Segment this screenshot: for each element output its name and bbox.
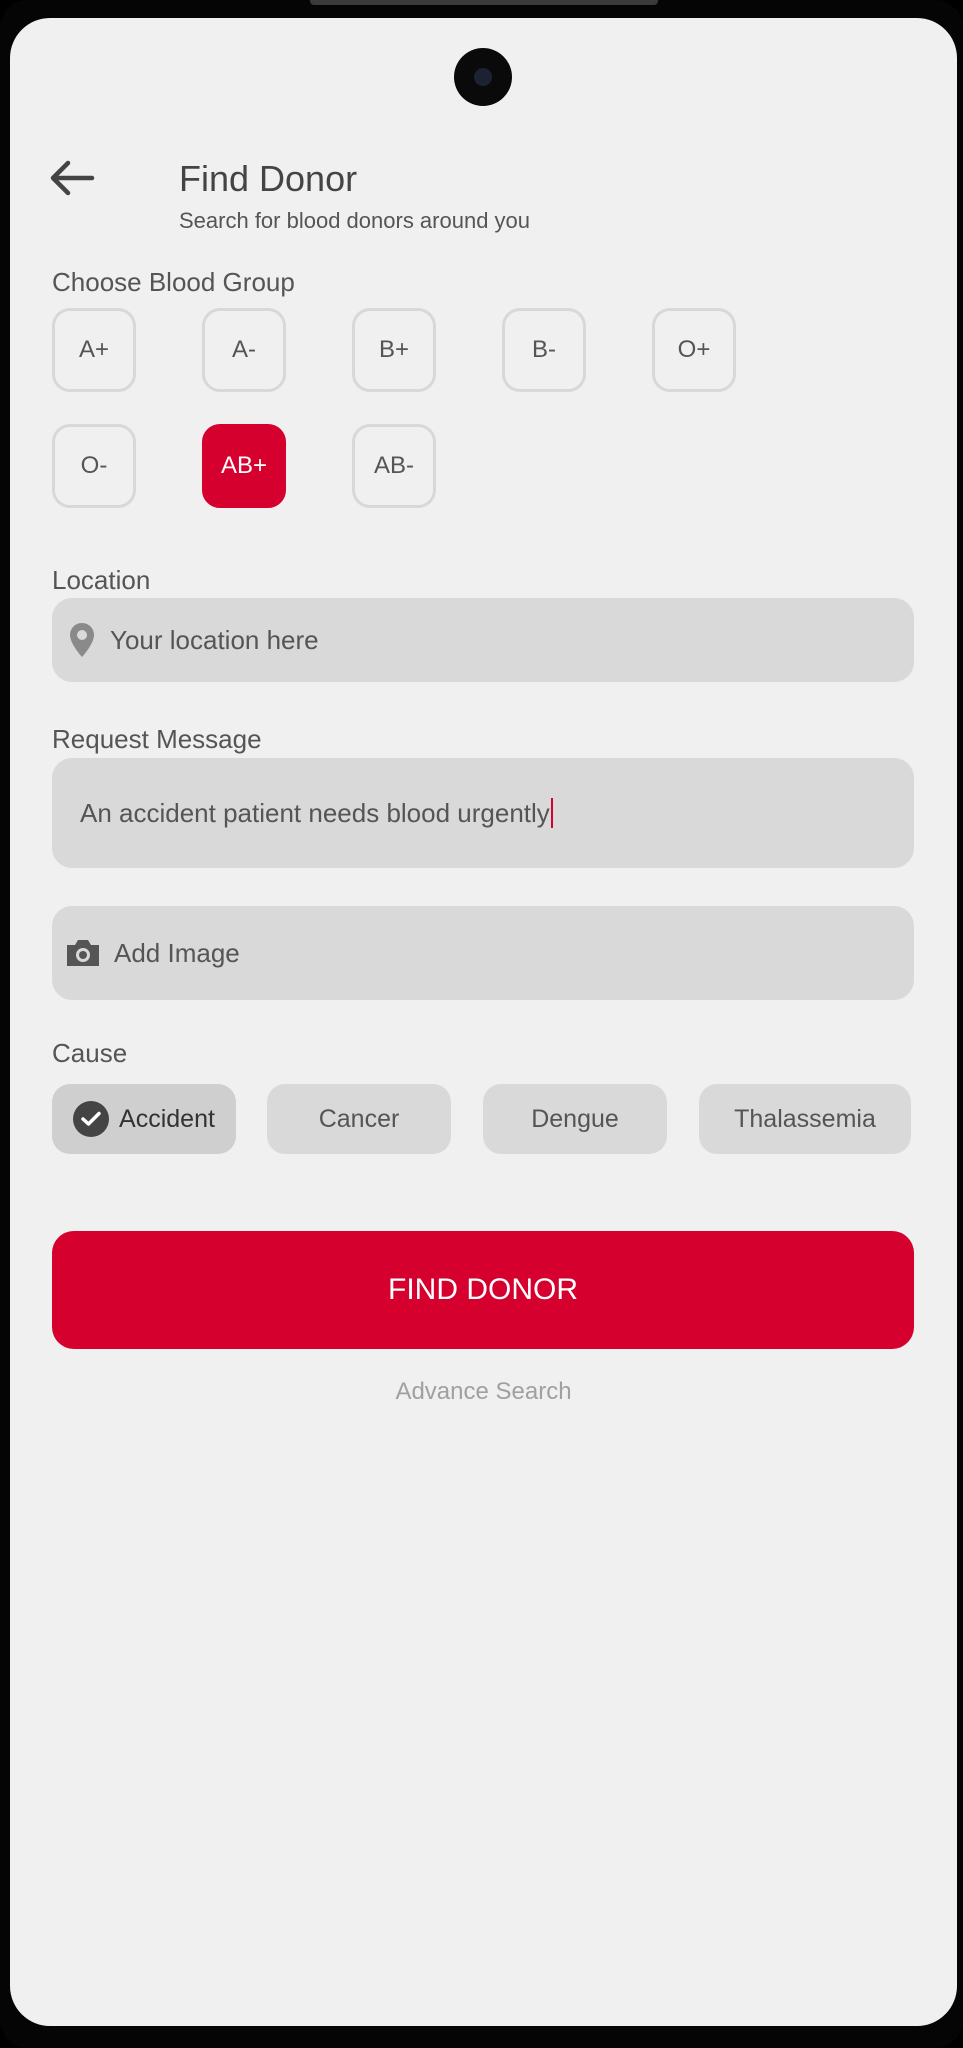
cause-chip-dengue[interactable]: Dengue <box>483 1084 667 1154</box>
cause-chip-label: Dengue <box>531 1104 619 1133</box>
cause-chip-cancer[interactable]: Cancer <box>267 1084 451 1154</box>
check-circle-icon <box>73 1101 110 1137</box>
cause-chip-label: Accident <box>119 1104 215 1133</box>
find-donor-button[interactable]: FIND DONOR <box>52 1231 914 1349</box>
blood-group-b-positive[interactable]: B+ <box>352 308 436 392</box>
text-cursor <box>550 798 553 828</box>
cause-chip-label: Cancer <box>318 1104 400 1133</box>
blood-group-a-negative[interactable]: A- <box>202 308 286 392</box>
add-image-button[interactable]: Add Image <box>52 906 914 1000</box>
blood-group-b-negative[interactable]: B- <box>502 308 586 392</box>
cause-chip-thalassemia[interactable]: Thalassemia <box>699 1084 911 1154</box>
back-button[interactable] <box>48 158 96 198</box>
page-subtitle: Search for blood donors around you <box>179 208 531 233</box>
page-title: Find Donor <box>179 158 358 199</box>
cause-label: Cause <box>52 1038 128 1068</box>
blood-group-a-positive[interactable]: A+ <box>52 308 136 392</box>
request-message-input[interactable]: An accident patient needs blood urgently <box>52 758 914 868</box>
advance-search-link[interactable]: Advance Search <box>10 1378 957 1406</box>
blood-group-ab-positive[interactable]: AB+ <box>202 424 286 508</box>
device-frame: Find Donor Search for blood donors aroun… <box>0 0 963 2048</box>
location-input[interactable]: Your location here <box>52 598 914 682</box>
app-screen: Find Donor Search for blood donors aroun… <box>10 18 957 2026</box>
location-placeholder: Your location here <box>110 624 319 655</box>
cause-chip-label: Thalassemia <box>734 1104 876 1133</box>
front-camera <box>454 48 512 106</box>
blood-group-label: Choose Blood Group <box>52 267 295 297</box>
blood-group-o-positive[interactable]: O+ <box>652 308 736 392</box>
location-pin-icon <box>70 623 94 657</box>
request-message-label: Request Message <box>52 724 262 754</box>
blood-group-o-negative[interactable]: O- <box>52 424 136 508</box>
cause-chip-accident[interactable]: Accident <box>52 1084 236 1154</box>
status-bar-edge <box>310 0 658 5</box>
add-image-label: Add Image <box>114 937 240 968</box>
blood-group-ab-negative[interactable]: AB- <box>352 424 436 508</box>
arrow-left-icon <box>50 160 95 196</box>
camera-icon <box>67 940 99 966</box>
request-message-text: An accident patient needs blood urgently <box>80 797 550 828</box>
location-label: Location <box>52 565 151 595</box>
